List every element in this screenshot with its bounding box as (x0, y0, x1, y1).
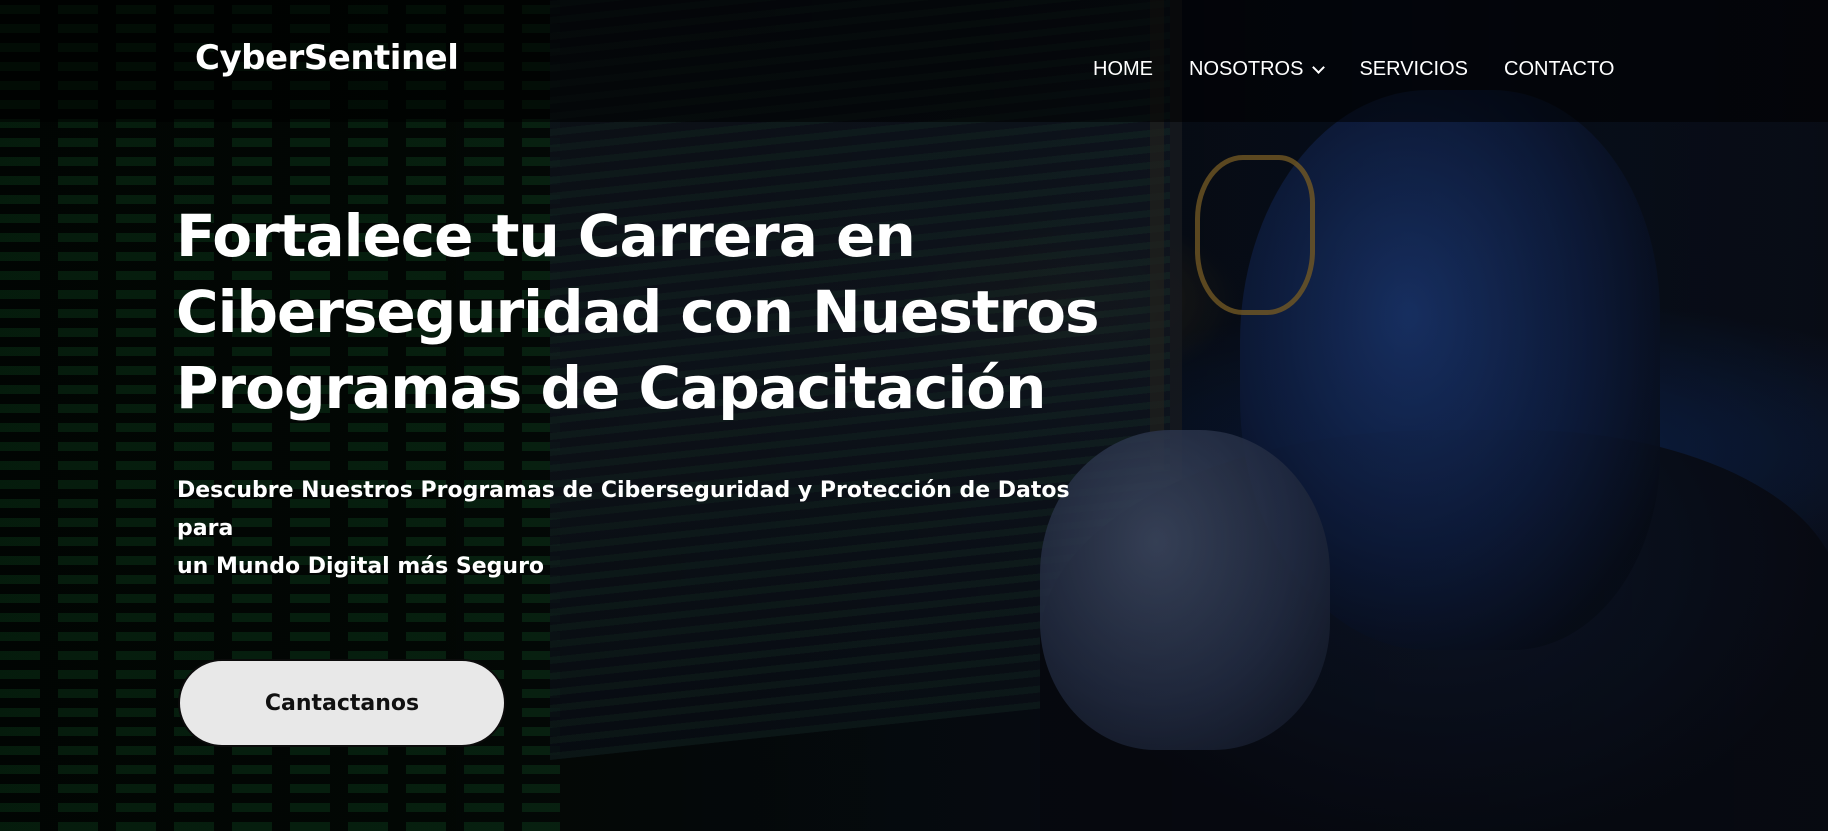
nav-item-home[interactable]: HOME (1093, 58, 1153, 81)
hero-title-line: Fortalece tu Carrera en (176, 202, 916, 270)
hero-section: CyberSentinel HOME NOSOTROS SERVICIOS CO… (0, 0, 1828, 831)
nav-item-label: CONTACTO (1504, 58, 1615, 80)
nav-item-label: NOSOTROS (1189, 58, 1304, 80)
contact-button-label: Cantactanos (264, 690, 420, 716)
nav-item-label: SERVICIOS (1359, 58, 1469, 80)
hero-title: Fortalece tu Carrera en Ciberseguridad c… (176, 198, 1116, 426)
hero-title-line: Programas de Capacitación (176, 354, 1046, 422)
site-header: CyberSentinel HOME NOSOTROS SERVICIOS CO… (0, 0, 1828, 122)
nav-item-servicios[interactable]: SERVICIOS (1359, 58, 1468, 81)
contact-button[interactable]: Cantactanos (178, 659, 506, 747)
site-logo[interactable]: CyberSentinel (195, 38, 459, 78)
nav-item-nosotros[interactable]: NOSOTROS (1189, 58, 1326, 81)
chevron-down-icon (1312, 60, 1326, 74)
hero-subtitle-line: Descubre Nuestros Programas de Cibersegu… (177, 478, 1070, 541)
hero-title-line: Ciberseguridad con Nuestros (176, 278, 1100, 346)
hero-subtitle-line: un Mundo Digital más Seguro (177, 554, 545, 579)
nav-item-contacto[interactable]: CONTACTO (1504, 58, 1614, 81)
nav-item-label: HOME (1093, 58, 1153, 80)
main-nav: HOME NOSOTROS SERVICIOS CONTACTO (1093, 58, 1614, 81)
hero-subtitle: Descubre Nuestros Programas de Cibersegu… (177, 472, 1097, 586)
